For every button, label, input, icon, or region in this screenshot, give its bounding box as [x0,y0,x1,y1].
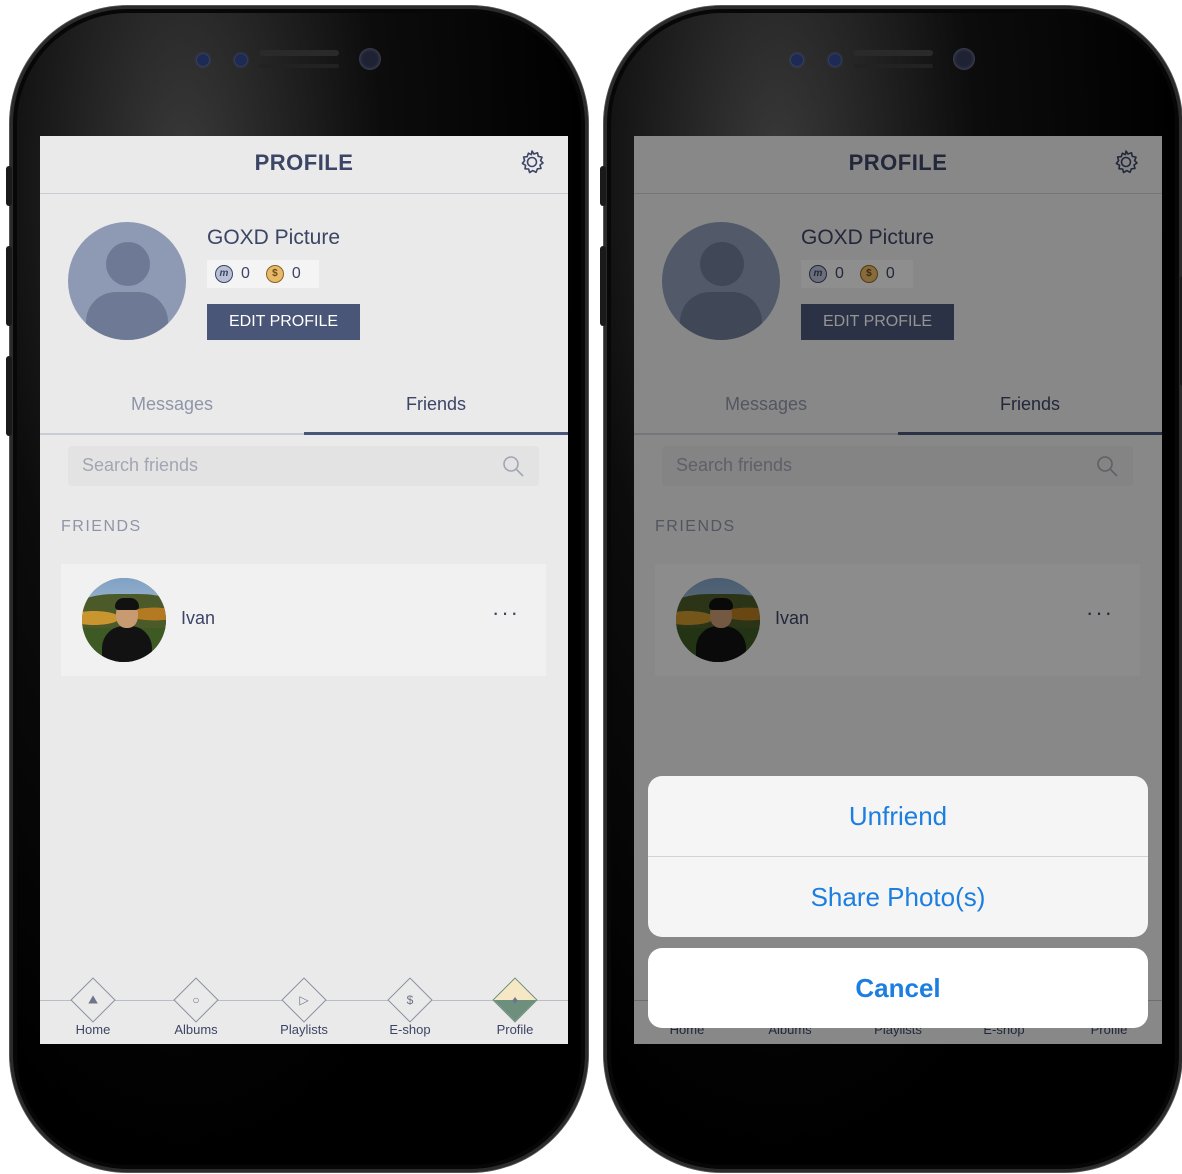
unfriend-button[interactable]: Unfriend [648,776,1148,856]
gear-icon[interactable] [518,148,546,176]
side-button [6,166,12,206]
share-photos-button[interactable]: Share Photo(s) [648,856,1148,937]
speaker-area [773,42,1013,80]
more-options-icon[interactable]: ··· [492,600,520,626]
profile-tabs: Messages Friends [40,381,568,435]
profile-screen-with-action-sheet: PROFILE GOXD Picture m 0 $ 0 EDIT PROFIL… [634,136,1162,1044]
friends-section-label: FRIENDS [61,518,142,535]
page-title: PROFILE [254,150,354,175]
speaker-area [179,42,419,80]
tab-albums[interactable]: ○Albums [156,977,236,1037]
side-button [6,356,12,436]
friend-name: Ivan [181,608,216,628]
action-sheet: Unfriend Share Photo(s) [648,776,1148,937]
bottom-tab-bar: ⛰Home ○Albums ▷Playlists $E-shop ♦Profil… [40,977,568,1044]
album-icon: ○ [173,977,219,1023]
dollar-icon: $ [387,977,433,1023]
profile-name: GOXD Picture [207,226,341,249]
search-input[interactable]: Search friends [68,446,539,486]
play-icon: ▷ [281,977,327,1023]
avatar[interactable] [68,222,186,340]
cancel-button[interactable]: Cancel [648,948,1148,1028]
profile-icon: ♦ [492,977,538,1023]
phone-frame-left: PROFILE GOXD Picture m 0 $ 0 EDIT PROFIL… [6,6,588,1172]
coin-stats: m 0 $ 0 [207,260,319,288]
tab-home[interactable]: ⛰Home [53,977,133,1037]
dollar-coin-icon: $ [265,265,284,283]
friend-row[interactable]: Ivan ··· [61,564,546,676]
tab-friends[interactable]: Friends [304,381,568,435]
cancel-sheet: Cancel [648,948,1148,1028]
header: PROFILE [40,136,568,194]
side-button [6,246,12,326]
tab-profile[interactable]: ♦Profile [475,977,555,1037]
friend-avatar[interactable] [82,578,166,662]
m-coin-icon: m [215,265,233,283]
side-button [600,166,606,206]
tab-messages[interactable]: Messages [40,381,304,433]
search-icon[interactable] [501,454,525,478]
tab-eshop[interactable]: $E-shop [370,977,450,1037]
tab-playlists[interactable]: ▷Playlists [264,977,344,1037]
phone-frame-right: PROFILE GOXD Picture m 0 $ 0 EDIT PROFIL… [600,6,1182,1172]
search-placeholder: Search friends [82,455,199,475]
side-button [600,246,606,326]
m-coin-count: 0 [241,265,250,282]
mountain-icon: ⛰ [70,977,116,1023]
edit-profile-button[interactable]: EDIT PROFILE [207,304,360,340]
dollar-coin-count: 0 [291,265,301,282]
profile-screen: PROFILE GOXD Picture m 0 $ 0 EDIT PROFIL… [40,136,568,1044]
